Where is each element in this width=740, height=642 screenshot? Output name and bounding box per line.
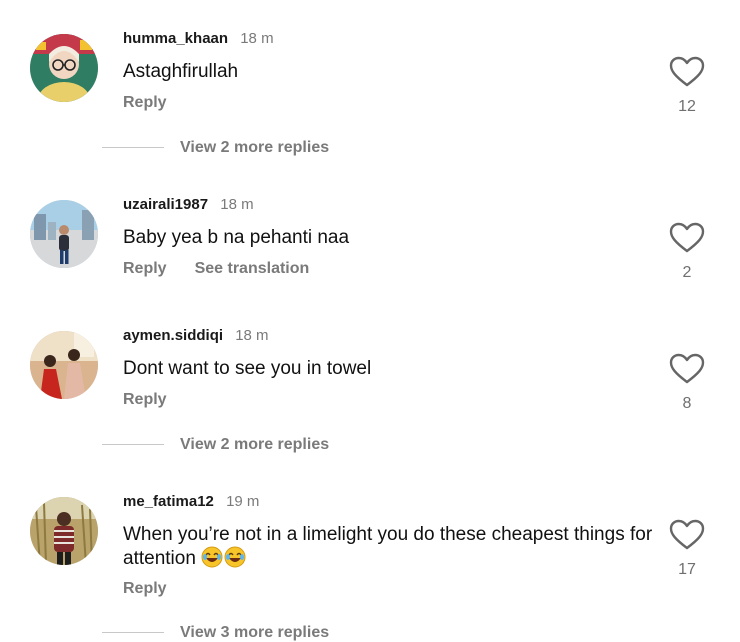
view-more-replies-label: View 2 more replies — [180, 436, 330, 453]
reply-button[interactable]: Reply — [123, 391, 167, 408]
divider — [102, 444, 164, 446]
like-count: 2 — [682, 264, 692, 281]
avatar[interactable] — [30, 331, 98, 399]
username[interactable]: uzairali1987 — [123, 196, 208, 213]
divider — [102, 147, 164, 149]
avatar[interactable] — [30, 200, 98, 268]
username[interactable]: me_fatima12 — [123, 493, 214, 510]
heart-outline-icon[interactable] — [669, 222, 705, 254]
reply-button[interactable]: Reply — [123, 94, 167, 111]
comment-actions: Reply — [123, 580, 167, 598]
comment-text: When you’re not in a limelight you do th… — [123, 523, 653, 570]
view-more-replies-button[interactable]: View 3 more replies — [102, 624, 329, 642]
heart-outline-icon[interactable] — [669, 353, 705, 385]
view-more-replies-button[interactable]: View 2 more replies — [102, 436, 329, 454]
like-count: 17 — [678, 561, 696, 578]
like-count: 12 — [678, 98, 696, 115]
timestamp: 18 m — [220, 196, 254, 213]
divider — [102, 632, 164, 634]
like-count: 8 — [682, 395, 692, 412]
comment-text: Dont want to see you in towel — [123, 358, 372, 379]
view-more-replies-label: View 2 more replies — [180, 139, 330, 156]
timestamp: 19 m — [226, 493, 260, 510]
timestamp: 18 m — [240, 30, 274, 47]
comment-meta: uzairali1987 18 m — [123, 196, 254, 213]
comment-actions: Reply — [123, 94, 167, 112]
laughing-emoji-icon — [201, 546, 247, 569]
comment-text: Astaghfirullah — [123, 61, 239, 82]
comment-meta: me_fatima12 19 m — [123, 493, 259, 510]
avatar[interactable] — [30, 497, 98, 565]
timestamp: 18 m — [235, 327, 269, 344]
comment-text: Baby yea b na pehanti naa — [123, 227, 350, 248]
username[interactable]: aymen.siddiqi — [123, 327, 223, 344]
comment-actions: Reply See translation — [123, 260, 309, 278]
comment-meta: aymen.siddiqi 18 m — [123, 327, 269, 344]
view-more-replies-label: View 3 more replies — [180, 624, 330, 641]
reply-button[interactable]: Reply — [123, 260, 167, 277]
comment-meta: humma_khaan 18 m — [123, 30, 274, 47]
username[interactable]: humma_khaan — [123, 30, 228, 47]
avatar[interactable] — [30, 34, 98, 102]
comment-actions: Reply — [123, 391, 167, 409]
heart-outline-icon[interactable] — [669, 519, 705, 551]
see-translation-button[interactable]: See translation — [195, 260, 310, 277]
heart-outline-icon[interactable] — [669, 56, 705, 88]
view-more-replies-button[interactable]: View 2 more replies — [102, 139, 329, 157]
reply-button[interactable]: Reply — [123, 580, 167, 597]
